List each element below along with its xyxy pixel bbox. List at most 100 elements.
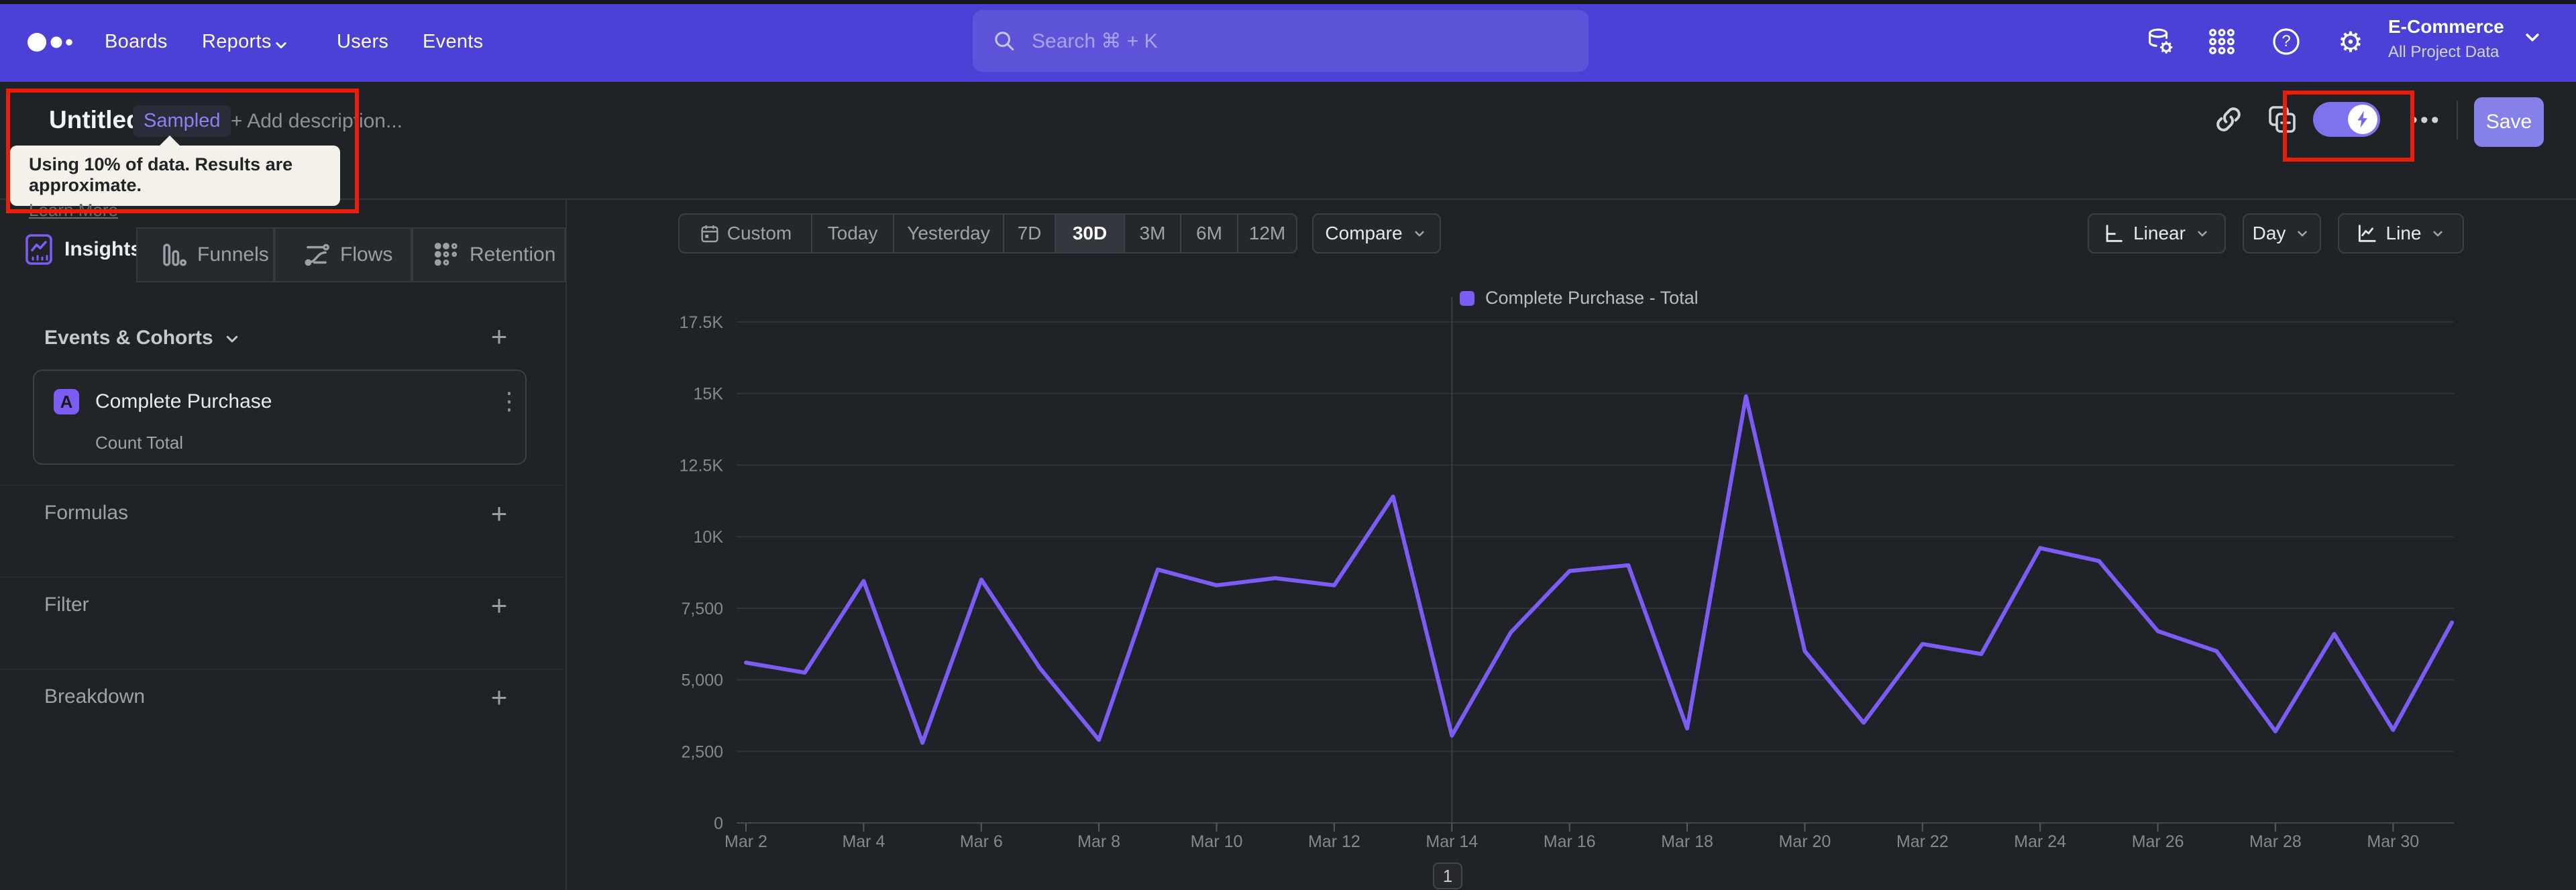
top-nav: Boards Reports Users Events Search ⌘ + K bbox=[0, 0, 2576, 82]
svg-text:Mar 12: Mar 12 bbox=[1308, 832, 1360, 851]
events-cohorts-header[interactable]: Events & Cohorts bbox=[44, 327, 213, 349]
svg-text:Mar 24: Mar 24 bbox=[2014, 832, 2066, 851]
range-custom[interactable]: Custom bbox=[680, 215, 811, 252]
range-12m[interactable]: 12M bbox=[1237, 215, 1296, 252]
add-event-button[interactable]: + bbox=[484, 321, 514, 353]
section-formulas[interactable]: Formulas bbox=[44, 502, 128, 524]
granularity-selector[interactable]: Day bbox=[2243, 213, 2321, 254]
sampling-tooltip: Using 10% of data. Results are approxima… bbox=[10, 135, 340, 220]
svg-text:Mar 16: Mar 16 bbox=[1544, 832, 1596, 851]
settings-gear-icon[interactable]: ⚙ bbox=[2334, 25, 2367, 58]
date-range-selector: Custom Today Yesterday 7D 30D 3M 6M 12M bbox=[678, 213, 1297, 254]
save-button[interactable]: Save bbox=[2474, 97, 2544, 147]
mixpanel-logo-icon[interactable] bbox=[27, 30, 83, 58]
tab-retention-label: Retention bbox=[470, 243, 556, 266]
svg-text:Mar 28: Mar 28 bbox=[2249, 832, 2302, 851]
compare-button[interactable]: Compare bbox=[1312, 213, 1441, 254]
calendar-icon bbox=[699, 223, 720, 244]
tab-retention[interactable]: Retention bbox=[412, 227, 566, 282]
add-description-button[interactable]: + Add description... bbox=[231, 110, 402, 133]
svg-text:15K: 15K bbox=[694, 385, 724, 404]
search-icon bbox=[991, 28, 1017, 54]
range-30d[interactable]: 30D bbox=[1055, 215, 1124, 252]
svg-text:Mar 14: Mar 14 bbox=[1426, 832, 1478, 851]
svg-text:Mar 26: Mar 26 bbox=[2132, 832, 2184, 851]
nav-link-reports[interactable]: Reports bbox=[202, 31, 272, 53]
event-series-badge: A bbox=[54, 389, 79, 414]
events-cohorts-chevron-icon[interactable] bbox=[221, 328, 243, 353]
range-custom-label: Custom bbox=[727, 223, 792, 243]
report-title[interactable]: Untitled bbox=[49, 106, 142, 134]
legend-swatch bbox=[1460, 290, 1474, 306]
svg-text:7,500: 7,500 bbox=[681, 600, 723, 618]
add-breakdown-button[interactable]: + bbox=[484, 681, 514, 714]
svg-text:Mar 20: Mar 20 bbox=[1778, 832, 1831, 851]
range-yesterday[interactable]: Yesterday bbox=[893, 215, 1003, 252]
chart-legend[interactable]: Complete Purchase - Total bbox=[1460, 288, 1699, 309]
svg-text:Mar 22: Mar 22 bbox=[1896, 832, 1949, 851]
app-window: Boards Reports Users Events Search ⌘ + K bbox=[0, 0, 2576, 890]
copy-link-icon[interactable] bbox=[2212, 103, 2245, 135]
granularity-chevron-icon bbox=[2294, 225, 2311, 242]
event-name[interactable]: Complete Purchase bbox=[95, 390, 272, 413]
tab-insights[interactable]: Insights bbox=[0, 217, 142, 282]
event-metric[interactable]: Count Total bbox=[95, 433, 183, 453]
tab-funnels[interactable]: Funnels bbox=[136, 227, 274, 282]
sampling-toggle[interactable] bbox=[2313, 102, 2380, 137]
duplicate-to-board-icon[interactable] bbox=[2266, 103, 2298, 135]
data-management-icon[interactable] bbox=[2144, 25, 2176, 58]
search-placeholder: Search ⌘ + K bbox=[1032, 30, 1158, 52]
tab-flows[interactable]: Flows bbox=[274, 227, 412, 282]
compare-label: Compare bbox=[1325, 223, 1403, 243]
svg-text:Mar 6: Mar 6 bbox=[960, 832, 1003, 851]
svg-text:5,000: 5,000 bbox=[681, 671, 723, 690]
lightning-bolt-icon bbox=[2353, 109, 2373, 129]
compare-chevron-icon bbox=[1411, 225, 1428, 242]
svg-text:10K: 10K bbox=[694, 528, 724, 547]
svg-text:Mar 8: Mar 8 bbox=[1077, 832, 1120, 851]
section-breakdown[interactable]: Breakdown bbox=[44, 685, 145, 708]
scale-selector[interactable]: Linear bbox=[2088, 213, 2226, 254]
nav-link-users[interactable]: Users bbox=[337, 31, 388, 53]
pagination-page-button[interactable]: 1 bbox=[1433, 863, 1462, 889]
add-filter-button[interactable]: + bbox=[484, 590, 514, 622]
nav-link-boards[interactable]: Boards bbox=[105, 31, 168, 53]
scale-label: Linear bbox=[2133, 223, 2186, 243]
add-formula-button[interactable]: + bbox=[484, 498, 514, 530]
svg-text:0: 0 bbox=[714, 814, 723, 833]
sidebar-divider bbox=[566, 200, 567, 890]
linear-scale-icon bbox=[2102, 222, 2125, 245]
nav-link-events[interactable]: Events bbox=[423, 31, 483, 53]
chart-type-chevron-icon bbox=[2429, 225, 2447, 242]
project-chevron-down-icon[interactable] bbox=[2520, 24, 2545, 53]
tab-flows-label: Flows bbox=[340, 243, 393, 266]
tab-insights-label: Insights bbox=[64, 238, 142, 260]
reports-chevron-down-icon[interactable] bbox=[271, 35, 291, 58]
range-today[interactable]: Today bbox=[811, 215, 893, 252]
help-icon[interactable]: ? bbox=[2270, 25, 2302, 58]
learn-more-link[interactable]: Learn More bbox=[29, 200, 118, 221]
header-divider bbox=[2457, 101, 2458, 140]
report-header bbox=[0, 82, 2576, 200]
range-7d[interactable]: 7D bbox=[1003, 215, 1055, 252]
sidebar-section-divider bbox=[0, 485, 566, 486]
sampled-badge[interactable]: Sampled bbox=[133, 105, 231, 137]
chart-type-selector[interactable]: Line bbox=[2338, 213, 2464, 254]
more-options-button[interactable]: ••• bbox=[2410, 107, 2442, 133]
section-filter[interactable]: Filter bbox=[44, 594, 89, 616]
legend-label: Complete Purchase - Total bbox=[1485, 288, 1699, 308]
search-input[interactable]: Search ⌘ + K bbox=[973, 10, 1589, 72]
funnels-icon bbox=[160, 241, 188, 269]
range-6m[interactable]: 6M bbox=[1180, 215, 1237, 252]
event-card[interactable]: A Complete Purchase ⋮ Count Total bbox=[33, 370, 527, 465]
range-3m[interactable]: 3M bbox=[1124, 215, 1180, 252]
svg-text:Mar 2: Mar 2 bbox=[724, 832, 767, 851]
project-scope: All Project Data bbox=[2388, 43, 2500, 61]
apps-grid-icon[interactable] bbox=[2206, 25, 2238, 58]
event-kebab-menu[interactable]: ⋮ bbox=[497, 387, 521, 415]
gear-glyph: ⚙ bbox=[2338, 25, 2363, 58]
svg-text:Mar 10: Mar 10 bbox=[1191, 832, 1243, 851]
project-name[interactable]: E-Commerce bbox=[2388, 16, 2504, 38]
retention-icon bbox=[432, 241, 460, 269]
line-chart-icon bbox=[2355, 222, 2378, 245]
